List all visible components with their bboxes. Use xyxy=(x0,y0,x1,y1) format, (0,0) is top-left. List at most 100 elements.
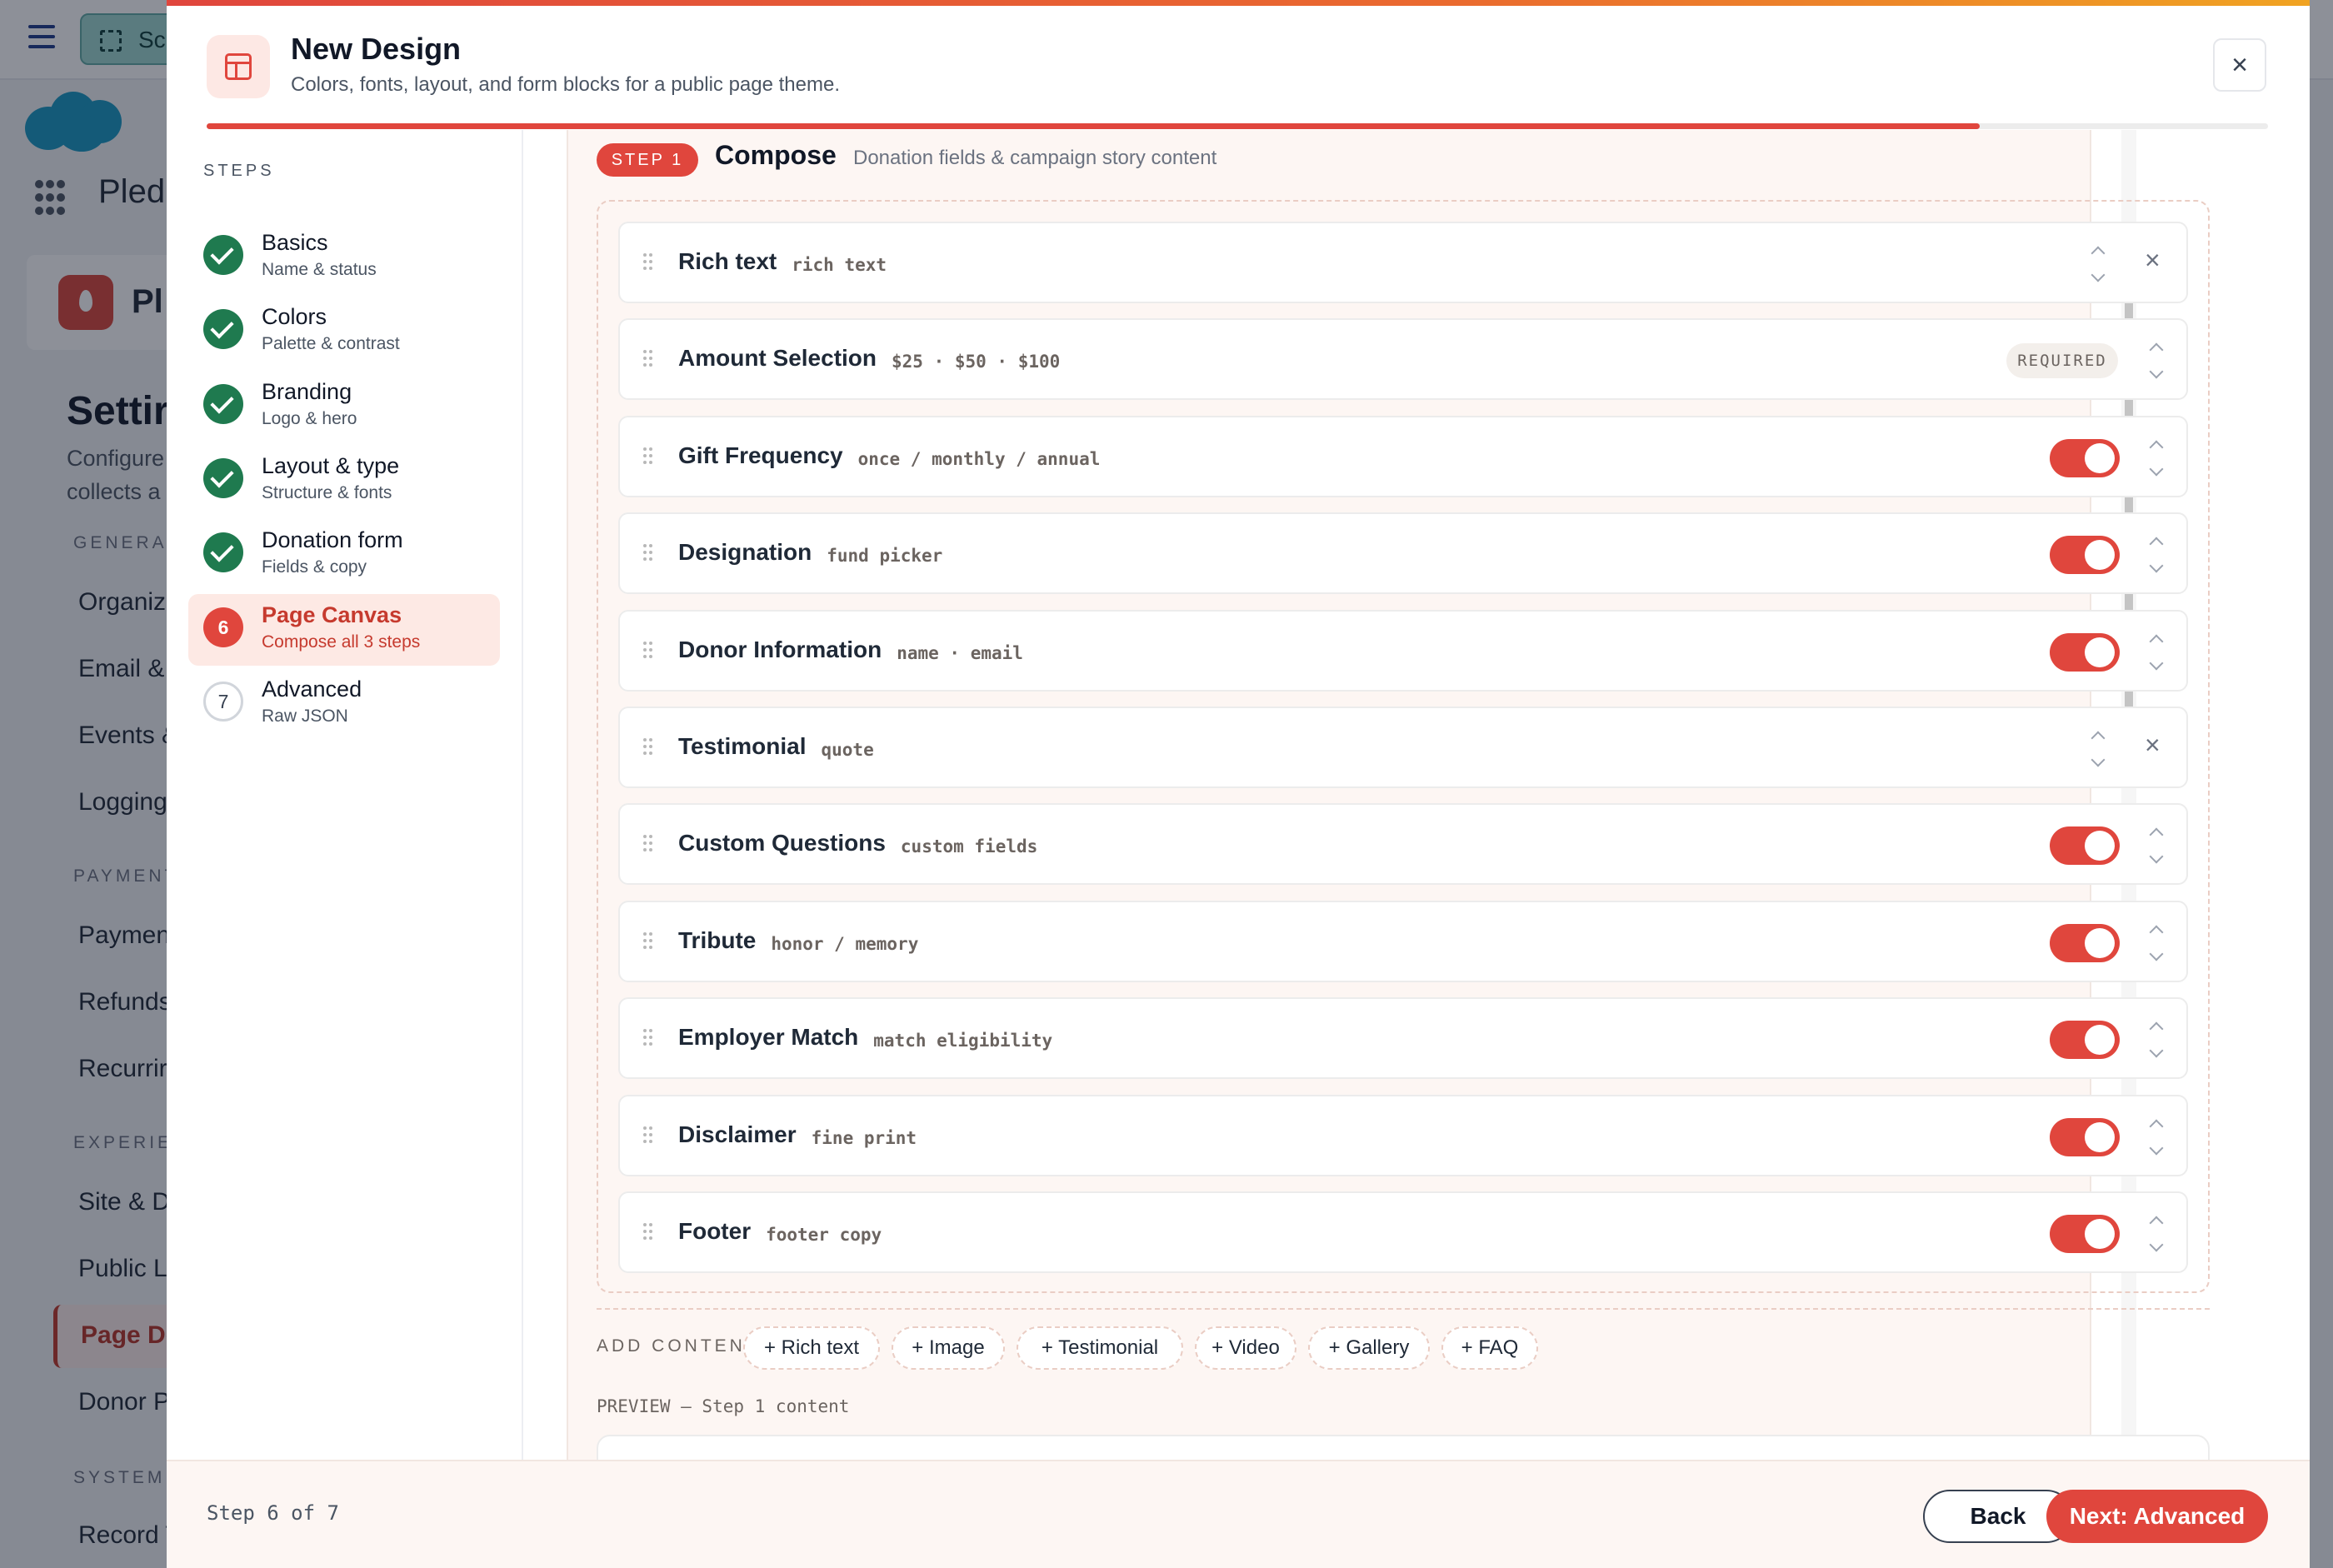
chevron-up-icon[interactable] xyxy=(2148,537,2165,547)
block-gift-frequency[interactable]: Gift Frequency once / monthly / annual xyxy=(618,415,2188,497)
step-name: Page Canvas xyxy=(262,602,402,627)
block-name: Donor Information xyxy=(678,636,882,662)
drag-handle-icon[interactable] xyxy=(643,835,655,853)
block-name: Gift Frequency xyxy=(678,442,843,468)
drag-handle-icon[interactable] xyxy=(643,931,655,951)
enable-toggle[interactable] xyxy=(2050,826,2120,866)
chevron-down-icon[interactable] xyxy=(2148,952,2165,962)
chevron-down-icon[interactable] xyxy=(2148,564,2165,574)
step-number: 7 xyxy=(203,681,243,722)
add-gallery-button[interactable]: + Gallery xyxy=(1308,1326,1430,1370)
chevron-up-icon[interactable] xyxy=(2148,343,2165,353)
chevron-up-icon[interactable] xyxy=(2148,635,2165,645)
chevron-up-icon[interactable] xyxy=(2148,1022,2165,1032)
block-tribute[interactable]: Tribute honor / memory xyxy=(618,900,2188,982)
chevron-down-icon[interactable] xyxy=(2148,662,2165,672)
chevron-down-icon[interactable] xyxy=(2148,1243,2165,1253)
chevron-up-icon[interactable] xyxy=(2148,1120,2165,1130)
step-name: Branding xyxy=(262,378,352,404)
add-video-button[interactable]: + Video xyxy=(1195,1326,1296,1370)
block-rich-text[interactable]: Rich text rich text × xyxy=(618,222,2188,303)
add-image-button[interactable]: + Image xyxy=(892,1326,1005,1370)
step-desc: Name & status xyxy=(262,260,377,279)
check-icon xyxy=(203,532,243,573)
block-disclaimer[interactable]: Disclaimer fine print xyxy=(618,1094,2188,1176)
block-tag: match eligibility xyxy=(873,1031,1053,1051)
step-item-donation-form[interactable]: Donation form Fields & copy xyxy=(188,519,500,591)
enable-toggle[interactable] xyxy=(2050,923,2120,962)
check-icon xyxy=(203,235,243,275)
enable-toggle[interactable] xyxy=(2050,1117,2120,1156)
enable-toggle[interactable] xyxy=(2050,438,2120,477)
add-testimonial-button[interactable]: + Testimonial xyxy=(1017,1326,1183,1370)
step-item-page-canvas[interactable]: 6 Page Canvas Compose all 3 steps xyxy=(188,593,500,666)
step-number: 6 xyxy=(203,607,243,647)
block-tag: $25 · $50 · $100 xyxy=(892,352,1061,372)
block-amount-selection[interactable]: Amount Selection $25 · $50 · $100 REQUIRED xyxy=(618,318,2188,401)
drag-handle-icon[interactable] xyxy=(643,544,655,562)
chevron-down-icon[interactable] xyxy=(2090,273,2106,283)
chevron-up-icon[interactable] xyxy=(2148,828,2165,838)
step-desc: Compose all 3 steps xyxy=(262,632,421,652)
step-desc: Palette & contrast xyxy=(262,334,400,354)
chevron-up-icon[interactable] xyxy=(2148,926,2165,936)
close-button[interactable]: × xyxy=(2213,38,2266,92)
block-tag: custom fields xyxy=(900,836,1038,857)
drag-handle-icon[interactable] xyxy=(643,447,655,466)
step-item-basics[interactable]: Basics Name & status xyxy=(188,222,500,293)
drag-handle-icon[interactable] xyxy=(643,350,655,368)
block-donor-information[interactable]: Donor Information name · email xyxy=(618,609,2188,692)
chevron-down-icon[interactable] xyxy=(2148,1146,2165,1156)
chevron-down-icon[interactable] xyxy=(2148,855,2165,865)
step-counter: Step 6 of 7 xyxy=(207,1501,339,1525)
chevron-up-icon[interactable] xyxy=(2090,247,2106,257)
chevron-down-icon[interactable] xyxy=(2148,370,2165,380)
next-button[interactable]: Next: Advanced xyxy=(2046,1490,2268,1543)
drag-handle-icon[interactable] xyxy=(643,1029,655,1047)
drag-handle-icon[interactable] xyxy=(643,1223,655,1241)
enable-toggle[interactable] xyxy=(2050,1215,2120,1253)
step-item-branding[interactable]: Branding Logo & hero xyxy=(188,371,500,442)
drag-handle-icon[interactable] xyxy=(643,738,655,757)
block-testimonial[interactable]: Testimonial quote × xyxy=(618,707,2188,788)
block-tag: fund picker xyxy=(827,546,943,567)
block-custom-questions[interactable]: Custom Questions custom fields xyxy=(618,803,2188,886)
step-item-colors[interactable]: Colors Palette & contrast xyxy=(188,296,500,367)
block-tag: name · email xyxy=(897,642,1023,663)
drag-handle-icon[interactable] xyxy=(643,1126,655,1145)
enable-toggle[interactable] xyxy=(2050,632,2120,672)
block-tag: once / monthly / annual xyxy=(857,448,1101,469)
step-item-layout-type[interactable]: Layout & type Structure & fonts xyxy=(188,445,500,517)
block-tag: fine print xyxy=(811,1127,917,1148)
block-employer-match[interactable]: Employer Match match eligibility xyxy=(618,997,2188,1080)
block-name: Designation xyxy=(678,539,812,566)
remove-icon[interactable]: × xyxy=(2145,730,2161,761)
compose-title: Compose xyxy=(715,140,837,170)
close-icon: × xyxy=(2231,49,2248,81)
chevron-up-icon[interactable] xyxy=(2090,732,2106,742)
block-name: Employer Match xyxy=(678,1024,859,1051)
block-name: Custom Questions xyxy=(678,830,886,856)
enable-toggle[interactable] xyxy=(2050,536,2120,575)
step-name: Layout & type xyxy=(262,452,400,478)
block-footer[interactable]: Footer footer copy xyxy=(618,1191,2188,1273)
enable-toggle[interactable] xyxy=(2050,1021,2120,1060)
add-content-label: ADD CONTENT xyxy=(597,1336,760,1356)
chevron-up-icon[interactable] xyxy=(2148,441,2165,451)
steps-sidebar: STEPS Basics Name & status Colors Palette &… xyxy=(167,130,523,1460)
chevron-down-icon[interactable] xyxy=(2148,467,2165,477)
step-item-advanced[interactable]: 7 Advanced Raw JSON xyxy=(188,668,500,740)
add-rich-text-button[interactable]: + Rich text xyxy=(743,1326,880,1370)
drag-handle-icon[interactable] xyxy=(643,641,655,660)
chevron-up-icon[interactable] xyxy=(2148,1216,2165,1226)
add-faq-button[interactable]: + FAQ xyxy=(1441,1326,1538,1370)
remove-icon[interactable]: × xyxy=(2145,245,2161,276)
compose-subtitle: Donation fields & campaign story content xyxy=(853,147,1217,169)
wizard-progress-bar xyxy=(207,123,2268,129)
chevron-down-icon[interactable] xyxy=(2090,758,2106,768)
drag-handle-icon[interactable] xyxy=(643,253,655,272)
chevron-down-icon[interactable] xyxy=(2148,1049,2165,1059)
step-desc: Structure & fonts xyxy=(262,482,392,502)
block-name: Testimonial xyxy=(678,733,807,759)
block-designation[interactable]: Designation fund picker xyxy=(618,512,2188,595)
